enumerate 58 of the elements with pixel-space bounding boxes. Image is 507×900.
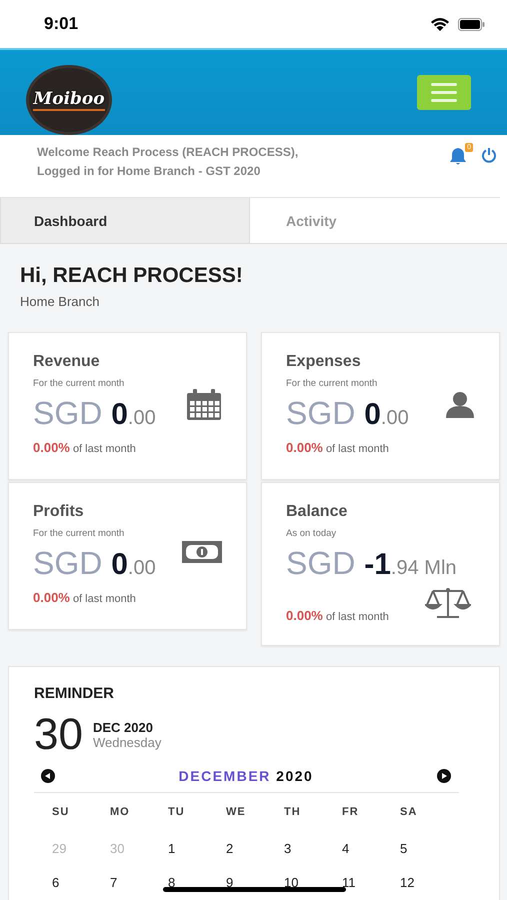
card-subtitle: As on today [286, 528, 338, 539]
calendar-day[interactable]: 6 [34, 865, 92, 899]
weekday: Wednesday [92, 735, 162, 750]
battery-icon [458, 18, 485, 30]
weekday-label: TH [283, 805, 302, 820]
calendar-day[interactable]: 5 [382, 831, 440, 865]
calendar-day[interactable]: 1 [150, 831, 208, 865]
amount: SGD 0.00 [33, 545, 156, 582]
card-title: Balance [286, 503, 348, 521]
bell-icon[interactable] [449, 147, 467, 165]
calendar-day[interactable]: 2 [208, 831, 266, 865]
power-icon[interactable] [481, 147, 497, 163]
previous-month-button[interactable] [41, 769, 55, 783]
card-subtitle: For the current month [286, 378, 378, 389]
change-text: 0.00% of last month [286, 608, 390, 623]
right-triangle-icon [440, 773, 447, 779]
change-text: 0.00% of last month [33, 590, 137, 605]
logo-text: Moiboo [33, 88, 105, 110]
greeting-title: Hi, REACH PROCESS! [20, 264, 244, 288]
reminder-title: REMINDER [34, 685, 116, 702]
calendar-day[interactable]: 11 [324, 865, 382, 899]
weekday-label: SU [51, 805, 70, 820]
welcome-message: Welcome Reach Process (REACH PROCESS), Logged in for Home Branch - GST 2020 [37, 144, 298, 180]
calendar-day[interactable]: 4 [324, 831, 382, 865]
card-subtitle: For the current month [33, 378, 126, 389]
wifi-icon [430, 17, 450, 31]
card-title: Expenses [286, 353, 362, 371]
change-text: 0.00% of last month [33, 440, 137, 455]
weekday-label: SA [399, 805, 418, 820]
day-number: 30 [34, 710, 83, 760]
weekday-label: WE [225, 805, 247, 820]
calendar-day[interactable]: 9 [208, 865, 266, 899]
calendar-day[interactable]: 3 [266, 831, 324, 865]
weekday-label: FR [341, 805, 360, 820]
calendar-month: DECEMBER 2020 [178, 768, 314, 784]
weekday-label: TU [167, 805, 186, 820]
tab[interactable]: Dashboard [0, 197, 250, 243]
amount: SGD 0.00 [33, 395, 156, 432]
calendar-day[interactable]: 10 [266, 865, 324, 899]
change-text: 0.00% of last month [286, 440, 390, 455]
card-title: Profits [33, 503, 85, 521]
scale-icon [425, 587, 471, 619]
amount: SGD -1.94 Mln [286, 545, 457, 582]
month-year: DEC 2020 [92, 720, 154, 735]
weekday-label: MO [109, 805, 131, 820]
user-icon [445, 391, 475, 419]
calendar-day[interactable]: 8 [150, 865, 208, 899]
branch-name: Home Branch [20, 294, 100, 309]
calendar-icon [186, 389, 222, 421]
status-time: 9:01 [44, 14, 78, 34]
card-subtitle: For the current month [33, 528, 126, 539]
next-month-button[interactable] [436, 769, 451, 783]
calendar-day[interactable]: 12 [382, 865, 440, 899]
amount: SGD 0.00 [286, 395, 409, 432]
left-triangle-icon [45, 773, 51, 779]
card-title: Revenue [33, 353, 101, 371]
banknote-icon [182, 541, 222, 563]
calendar-day[interactable]: 7 [92, 865, 150, 899]
